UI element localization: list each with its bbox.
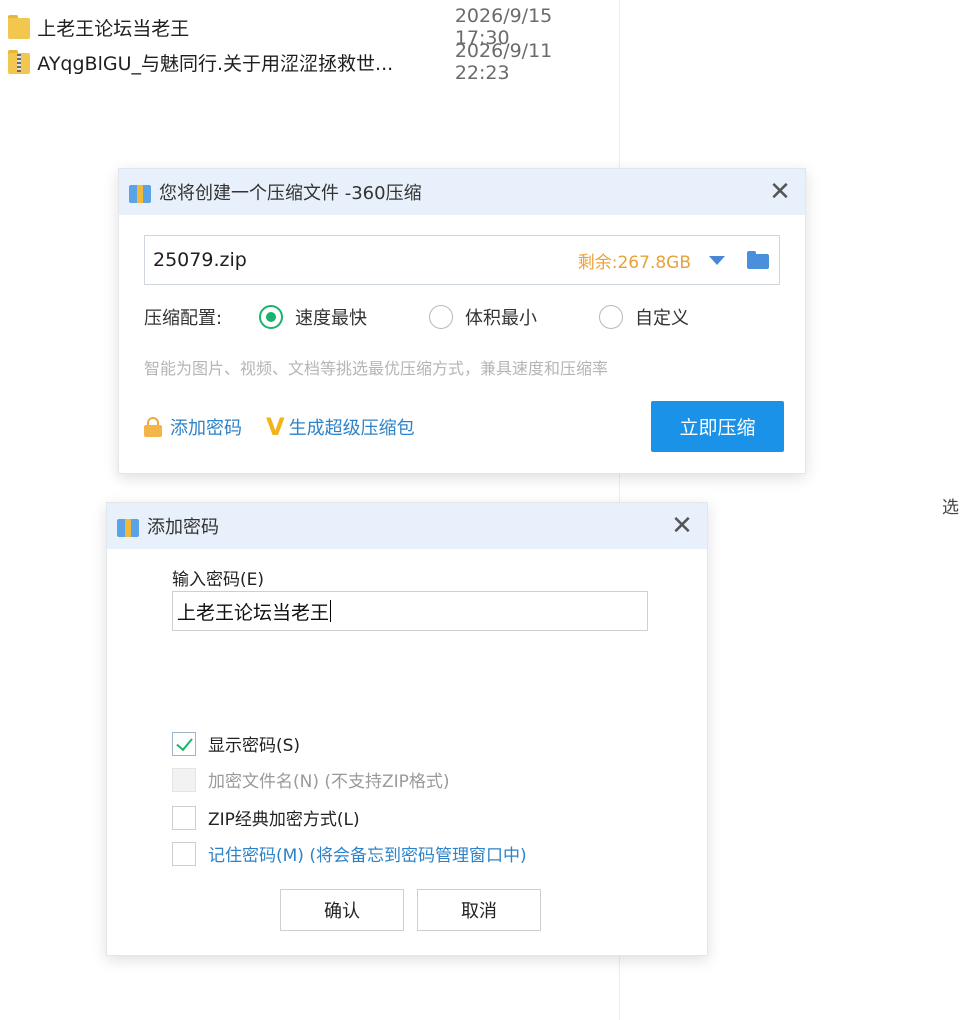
- lock-icon: [144, 417, 162, 437]
- close-icon[interactable]: ✕: [667, 511, 697, 541]
- checkbox-label[interactable]: ZIP经典加密方式(L): [208, 805, 360, 830]
- radio-label[interactable]: 速度最快: [295, 304, 367, 330]
- remember-password-checkbox[interactable]: 记住密码(M) (将会备忘到密码管理窗口中): [172, 841, 527, 866]
- add-password-dialog: 添加密码 ✕ 输入密码(E) 上老王论坛当老王 显示密码(S) 加密文件名(N)…: [106, 502, 708, 956]
- radio-custom[interactable]: 自定义: [599, 304, 689, 330]
- zip-archive-icon: [8, 50, 30, 74]
- file-date: 2026/9/11 22:23: [454, 40, 553, 84]
- compress-dialog-title-bar[interactable]: 您将创建一个压缩文件 -360压缩 ✕: [119, 169, 805, 215]
- side-text: 选: [942, 498, 959, 518]
- archive-path-field[interactable]: 25079.zip 剩余:267.8GB: [144, 235, 780, 285]
- v-badge-icon: V: [266, 413, 285, 441]
- file-row-folder[interactable]: 上老王论坛当老王 2026/9/15 17:30: [8, 5, 608, 49]
- remaining-space: 剩余:267.8GB: [577, 252, 691, 273]
- text-caret: [330, 600, 332, 622]
- file-name: 上老王论坛当老王: [37, 17, 190, 40]
- password-value[interactable]: 上老王论坛当老王: [177, 598, 329, 625]
- app-360zip-icon: [117, 515, 139, 537]
- radio-smallest[interactable]: 体积最小: [429, 304, 537, 330]
- password-input[interactable]: 上老王论坛当老王: [172, 591, 648, 631]
- checkbox-label[interactable]: 显示密码(S): [208, 731, 300, 756]
- compress-now-button[interactable]: 立即压缩: [651, 401, 784, 452]
- checkbox-checked-icon[interactable]: [172, 731, 196, 756]
- radio-label[interactable]: 自定义: [635, 304, 689, 330]
- file-row-zip[interactable]: AYqgBlGU_与魅同行.关于用涩涩拯救世... 2026/9/11 22:2…: [8, 40, 608, 84]
- close-icon[interactable]: ✕: [765, 177, 795, 207]
- compress-hint: 智能为图片、视频、文档等挑选最优压缩方式，兼具速度和压缩率: [144, 359, 609, 378]
- checkbox-label[interactable]: 记住密码(M) (将会备忘到密码管理窗口中): [208, 841, 527, 866]
- super-package-link[interactable]: 生成超级压缩包: [289, 414, 415, 440]
- radio-label[interactable]: 体积最小: [465, 304, 537, 330]
- archive-filename[interactable]: 25079.zip: [153, 249, 578, 271]
- show-password-checkbox[interactable]: 显示密码(S): [172, 731, 300, 756]
- radio-fastest[interactable]: 速度最快: [259, 304, 367, 330]
- radio-icon[interactable]: [599, 305, 623, 329]
- file-name: AYqgBlGU_与魅同行.关于用涩涩拯救世...: [37, 52, 394, 75]
- compress-dialog: 您将创建一个压缩文件 -360压缩 ✕ 25079.zip 剩余:267.8GB…: [118, 168, 806, 474]
- app-360zip-icon: [129, 181, 151, 203]
- radio-selected-icon[interactable]: [259, 305, 283, 329]
- compress-config-row: 压缩配置: 速度最快 体积最小 自定义: [144, 302, 689, 332]
- checkbox-disabled-icon: [172, 767, 196, 792]
- encrypt-filenames-checkbox: 加密文件名(N) (不支持ZIP格式): [172, 767, 450, 792]
- chevron-down-icon[interactable]: [709, 255, 725, 265]
- zip-classic-checkbox[interactable]: ZIP经典加密方式(L): [172, 805, 360, 830]
- checkbox-icon[interactable]: [172, 841, 196, 866]
- cancel-button[interactable]: 取消: [417, 889, 541, 931]
- password-label: 输入密码(E): [172, 570, 265, 590]
- radio-icon[interactable]: [429, 305, 453, 329]
- checkbox-label: 加密文件名(N) (不支持ZIP格式): [208, 772, 450, 792]
- browse-folder-icon[interactable]: [747, 251, 769, 269]
- compress-dialog-title: 您将创建一个压缩文件 -360压缩: [159, 183, 422, 204]
- link-row: 添加密码 V 生成超级压缩包: [144, 413, 415, 441]
- config-label: 压缩配置:: [144, 308, 223, 329]
- ok-button[interactable]: 确认: [280, 889, 404, 931]
- password-dialog-title: 添加密码: [147, 517, 219, 538]
- folder-icon: [8, 15, 30, 39]
- checkbox-icon[interactable]: [172, 805, 196, 830]
- add-password-link[interactable]: 添加密码: [170, 414, 242, 440]
- password-dialog-title-bar[interactable]: 添加密码 ✕: [107, 503, 707, 549]
